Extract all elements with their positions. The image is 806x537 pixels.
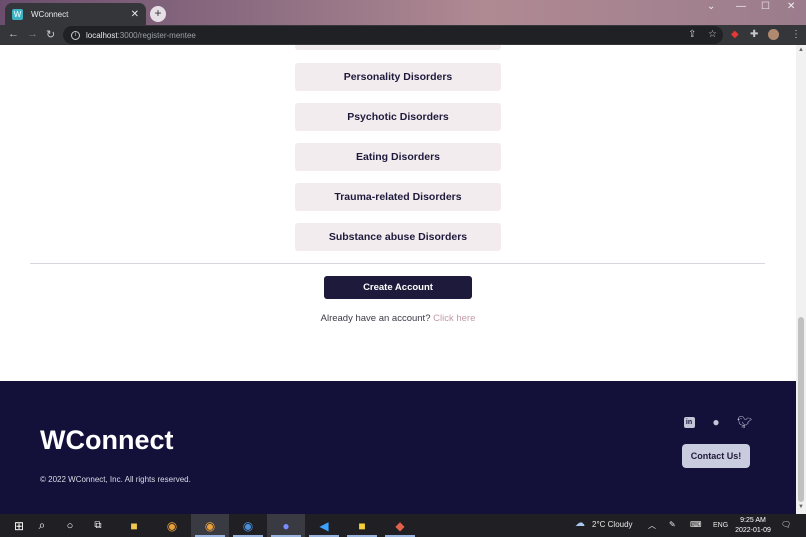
linkedin-icon[interactable]: in xyxy=(682,415,696,429)
page-scrollbar[interactable]: ▲ ▼ xyxy=(796,45,806,514)
search-button[interactable]: ⌕ xyxy=(28,514,56,537)
taskbar-sticky-notes[interactable]: ■ xyxy=(343,514,381,537)
scroll-down-icon[interactable]: ▼ xyxy=(796,504,806,510)
browser-tab[interactable]: W WConnect ✕ xyxy=(5,3,146,25)
maximize-icon[interactable]: ☐ xyxy=(761,1,770,12)
bookmark-star-icon[interactable]: ☆ xyxy=(708,29,717,40)
task-view-icon: ⧉ xyxy=(94,520,102,531)
extensions-puzzle-icon[interactable]: ✚ xyxy=(750,29,758,40)
more-menu-icon[interactable]: ⋮ xyxy=(791,29,801,40)
scrollbar-thumb[interactable] xyxy=(798,317,804,502)
app-icon: ◆ xyxy=(395,518,405,533)
url-path: :3000/register-mentee xyxy=(117,30,196,40)
chrome-icon: ◉ xyxy=(204,518,216,533)
extension-icon[interactable]: ◆ xyxy=(731,29,739,40)
browser-toolbar: ← → ↻ i localhost:3000/register-mentee ⇪… xyxy=(0,25,806,45)
taskbar-clock[interactable]: 9:25 AM 2022-01-09 xyxy=(728,516,778,536)
taskbar-app[interactable]: ◆ xyxy=(381,514,419,537)
windows-icon: ⊞ xyxy=(13,518,25,533)
cortana-button[interactable]: ○ xyxy=(56,514,84,537)
weather-cloud-icon: ☁ xyxy=(575,518,585,529)
twitter-icon[interactable]: 🐦︎ xyxy=(737,415,752,429)
option-substance-abuse-disorders[interactable]: Substance abuse Disorders xyxy=(295,223,501,251)
tab-title: WConnect xyxy=(31,9,69,19)
login-link[interactable]: Click here xyxy=(433,313,475,324)
footer-brand: WConnect xyxy=(40,425,174,455)
pen-icon[interactable]: ✎ xyxy=(669,520,676,529)
taskbar-chrome-1[interactable]: ◉ xyxy=(153,514,191,537)
scroll-up-icon[interactable]: ▲ xyxy=(796,47,806,53)
notifications-icon[interactable]: 🗨︎ xyxy=(781,520,791,529)
minimize-icon[interactable]: — xyxy=(736,1,746,12)
address-bar[interactable]: i localhost:3000/register-mentee xyxy=(63,26,723,44)
taskbar-chrome-2[interactable]: ◉ xyxy=(191,514,229,537)
chrome-icon: ◉ xyxy=(166,518,178,533)
login-prompt-text: Already have an account? xyxy=(320,313,431,324)
share-icon[interactable]: ⇪ xyxy=(688,29,696,40)
cortana-icon: ○ xyxy=(66,519,74,532)
close-tab-icon[interactable]: ✕ xyxy=(131,9,139,20)
clock-date: 2022-01-09 xyxy=(735,527,771,534)
url-host: localhost xyxy=(86,30,118,40)
task-view-button[interactable]: ⧉ xyxy=(84,514,112,537)
weather-text[interactable]: 2°C Cloudy xyxy=(592,520,633,529)
contact-button[interactable]: Contact Us! xyxy=(682,444,750,468)
browser-tabbar: W WConnect ✕ + ⌄ — ☐ ✕ xyxy=(0,0,806,25)
site-info-icon[interactable]: i xyxy=(71,30,80,40)
github-icon[interactable]: ● xyxy=(709,415,723,429)
tray-chevron-icon[interactable]: ︿ xyxy=(648,520,656,531)
vscode-icon: ◀ xyxy=(319,518,329,533)
clock-time: 9:25 AM xyxy=(740,517,766,524)
taskbar-vscode[interactable]: ◀ xyxy=(305,514,343,537)
page-content: Personality Disorders Psychotic Disorder… xyxy=(0,45,796,514)
language-indicator[interactable]: ENG xyxy=(713,522,728,529)
keyboard-icon[interactable]: ⌨ xyxy=(690,520,702,529)
divider xyxy=(30,263,765,264)
site-favicon-icon: W xyxy=(12,8,23,20)
profile-avatar[interactable] xyxy=(768,29,779,40)
os-taskbar: ⊞ ⌕ ○ ⧉ ■ ◉ ◉ ◉ ● ◀ ■ ◆ ☁ 2°C Cloudy ︿ ✎… xyxy=(0,514,806,537)
forward-icon[interactable]: → xyxy=(27,28,38,40)
new-tab-button[interactable]: + xyxy=(150,6,166,22)
discord-icon: ● xyxy=(282,518,290,533)
taskbar-discord[interactable]: ● xyxy=(267,514,305,537)
window-close-icon[interactable]: ✕ xyxy=(787,1,795,12)
reload-icon[interactable]: ↻ xyxy=(46,28,55,41)
chrome-icon: ◉ xyxy=(242,518,254,533)
sticky-notes-icon: ■ xyxy=(358,518,366,533)
option-personality-disorders[interactable]: Personality Disorders xyxy=(295,63,501,91)
option-trauma-related-disorders[interactable]: Trauma-related Disorders xyxy=(295,183,501,211)
search-icon: ⌕ xyxy=(38,518,46,532)
folder-icon: ■ xyxy=(130,518,138,533)
option-partial[interactable] xyxy=(295,45,501,50)
footer: WConnect © 2022 WConnect, Inc. All right… xyxy=(0,381,796,514)
login-prompt-row: Already have an account? Click here xyxy=(0,313,796,324)
taskbar-file-explorer[interactable]: ■ xyxy=(115,514,153,537)
tab-search-icon[interactable]: ⌄ xyxy=(707,1,715,12)
option-psychotic-disorders[interactable]: Psychotic Disorders xyxy=(295,103,501,131)
footer-copyright: © 2022 WConnect, Inc. All rights reserve… xyxy=(40,475,191,484)
create-account-button[interactable]: Create Account xyxy=(324,276,472,299)
option-eating-disorders[interactable]: Eating Disorders xyxy=(295,143,501,171)
back-icon[interactable]: ← xyxy=(8,28,19,40)
taskbar-chrome-3[interactable]: ◉ xyxy=(229,514,267,537)
